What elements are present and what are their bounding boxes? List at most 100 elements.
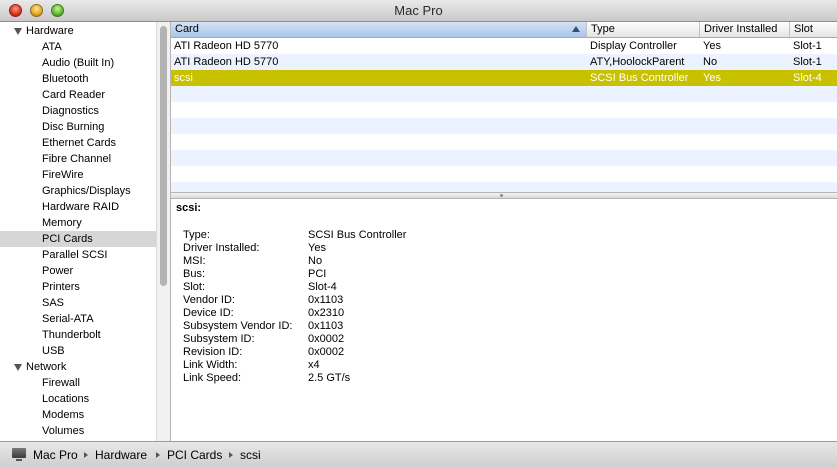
sidebar-item-hardware-raid[interactable]: Hardware RAID xyxy=(0,199,156,215)
breadcrumb-mac-pro[interactable]: Mac Pro xyxy=(33,448,78,462)
detail-field-value: x4 xyxy=(308,359,320,371)
chevron-right-icon xyxy=(156,452,160,458)
sidebar-item-serial-ata[interactable]: Serial-ATA xyxy=(0,311,156,327)
sidebar-item-usb[interactable]: USB xyxy=(0,343,156,359)
table-row[interactable]: scsi SCSI Bus Controller Yes Slot-4 xyxy=(171,70,837,86)
sidebar-item-label: Modems xyxy=(42,409,85,421)
sidebar-item-firewall[interactable]: Firewall xyxy=(0,375,156,391)
sidebar-item-thunderbolt[interactable]: Thunderbolt xyxy=(0,327,156,343)
table-cell: Slot-4 xyxy=(793,72,822,84)
pane-divider[interactable] xyxy=(171,192,837,199)
sidebar-scrollbar[interactable] xyxy=(156,22,170,441)
chevron-right-icon xyxy=(84,452,88,458)
sidebar-item-label: Printers xyxy=(42,281,80,293)
sidebar-item-memory[interactable]: Memory xyxy=(0,215,156,231)
sidebar-item-ethernet-cards[interactable]: Ethernet Cards xyxy=(0,135,156,151)
sidebar-item-bluetooth[interactable]: Bluetooth xyxy=(0,71,156,87)
detail-field-value: 0x1103 xyxy=(308,294,344,306)
sidebar-item-label: Power xyxy=(42,265,74,277)
computer-icon xyxy=(12,448,26,461)
sidebar-item-fibre-channel[interactable]: Fibre Channel xyxy=(0,151,156,167)
detail-pane: scsi: Type: SCSI Bus Controller Driver Ins… xyxy=(171,199,837,441)
detail-field-value: 0x0002 xyxy=(308,346,345,358)
table-cell: Display Controller xyxy=(590,40,677,52)
empty-table-row xyxy=(171,182,837,192)
empty-table-row xyxy=(171,102,837,118)
sidebar-item-label: Graphics/Displays xyxy=(42,185,131,197)
breadcrumb-hardware[interactable]: Hardware xyxy=(95,448,147,462)
disclosure-triangle-icon[interactable] xyxy=(14,364,22,371)
detail-field-value: 0x1103 xyxy=(308,320,344,332)
sidebar-item-card-reader[interactable]: Card Reader xyxy=(0,87,156,103)
sidebar-item-label: Network xyxy=(26,361,67,373)
sidebar-item-ata[interactable]: ATA xyxy=(0,39,156,55)
sidebar-item-diagnostics[interactable]: Diagnostics xyxy=(0,103,156,119)
sidebar-item-label: USB xyxy=(42,345,65,357)
table-cell: ATI Radeon HD 5770 xyxy=(174,40,279,52)
sidebar-item-graphics-displays[interactable]: Graphics/Displays xyxy=(0,183,156,199)
column-header-driver-installed[interactable]: Driver Installed xyxy=(700,22,790,37)
sidebar-item-label: Locations xyxy=(42,393,90,405)
sidebar-item-label: Fibre Channel xyxy=(42,153,112,165)
sidebar-item-modems[interactable]: Modems xyxy=(0,407,156,423)
sidebar-item-label: Thunderbolt xyxy=(42,329,101,341)
sidebar: Hardware ATA Audio (Built In) Bluetooth Card… xyxy=(0,22,156,441)
detail-field-label: Revision ID: xyxy=(183,346,243,358)
detail-field-label: Type: xyxy=(183,229,210,241)
column-header-card[interactable]: Card xyxy=(171,22,587,37)
detail-field-label: Slot: xyxy=(183,281,206,293)
sidebar-item-label: Disc Burning xyxy=(42,121,105,133)
sidebar-item-locations[interactable]: Locations xyxy=(0,391,156,407)
sidebar-item-sas[interactable]: SAS xyxy=(0,295,156,311)
breadcrumb-scsi[interactable]: scsi xyxy=(240,448,261,462)
empty-table-row xyxy=(171,166,837,182)
sidebar-item-label: Bluetooth xyxy=(42,73,89,85)
table-header: Card Type Driver Installed Slot xyxy=(171,22,837,38)
table-cell: Slot-1 xyxy=(793,56,822,68)
detail-field-label: Bus: xyxy=(183,268,206,280)
sidebar-item-power[interactable]: Power xyxy=(0,263,156,279)
sidebar-item-label: Diagnostics xyxy=(42,105,99,117)
sidebar-item-parallel-scsi[interactable]: Parallel SCSI xyxy=(0,247,156,263)
detail-field-value: No xyxy=(308,255,323,267)
sidebar-item-volumes[interactable]: Volumes xyxy=(0,423,156,439)
column-header-slot[interactable]: Slot xyxy=(790,22,837,37)
column-header-type[interactable]: Type xyxy=(587,22,700,37)
sidebar-item-network[interactable]: Network xyxy=(0,359,156,375)
sidebar-item-label: Volumes xyxy=(42,425,85,437)
sidebar-item-label: Audio (Built In) xyxy=(42,57,115,69)
sidebar-item-printers[interactable]: Printers xyxy=(0,279,156,295)
table-row[interactable]: ATI Radeon HD 5770 ATY,HoolockParent No Slo… xyxy=(171,54,837,70)
table-cell: No xyxy=(703,56,718,68)
title-bar[interactable]: Mac Pro xyxy=(0,0,837,22)
sidebar-item-audio-built-in[interactable]: Audio (Built In) xyxy=(0,55,156,71)
sidebar-item-label: Serial-ATA xyxy=(42,313,94,325)
disclosure-triangle-icon[interactable] xyxy=(14,28,22,35)
detail-field-value: 0x2310 xyxy=(308,307,345,319)
sidebar-item-label: Firewall xyxy=(42,377,80,389)
table-row[interactable]: ATI Radeon HD 5770 Display Controller Yes S… xyxy=(171,38,837,54)
chevron-right-icon xyxy=(229,452,233,458)
empty-table-row xyxy=(171,86,837,102)
sidebar-item-label: SAS xyxy=(42,297,65,309)
sidebar-item-firewire[interactable]: FireWire xyxy=(0,167,156,183)
detail-field-label: Link Width: xyxy=(183,359,238,371)
sidebar-item-label: Hardware RAID xyxy=(42,201,120,213)
sidebar-item-disc-burning[interactable]: Disc Burning xyxy=(0,119,156,135)
detail-title: scsi: xyxy=(176,202,202,214)
breadcrumb-pci-cards[interactable]: PCI Cards xyxy=(167,448,222,462)
detail-field-label: Subsystem Vendor ID: xyxy=(183,320,293,332)
sidebar-item-hardware[interactable]: Hardware xyxy=(0,23,156,39)
divider-grip-icon xyxy=(500,194,503,197)
detail-field-label: Device ID: xyxy=(183,307,234,319)
sidebar-scroll-thumb[interactable] xyxy=(160,26,167,286)
table-cell: Yes xyxy=(703,72,721,84)
detail-field-value: 2.5 GT/s xyxy=(308,372,351,384)
table-cell: Slot-1 xyxy=(793,40,822,52)
empty-table-row xyxy=(171,150,837,166)
sidebar-item-pci-cards[interactable]: PCI Cards xyxy=(0,231,156,247)
sidebar-item-label: PCI Cards xyxy=(42,233,93,245)
table-cell: SCSI Bus Controller xyxy=(590,72,689,84)
detail-field-value: PCI xyxy=(308,268,327,280)
sidebar-item-label: Memory xyxy=(42,217,82,229)
